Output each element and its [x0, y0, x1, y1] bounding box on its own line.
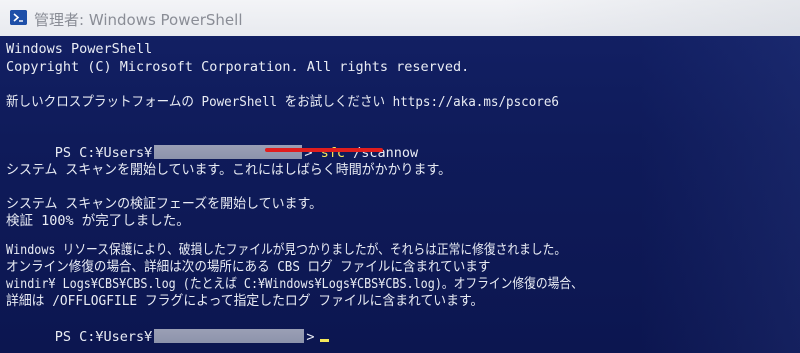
prompt-path: PS C:¥Users¥	[54, 329, 153, 345]
console-line-online-repair: オンライン修復の場合、詳細は次の場所にある CBS ログ ファイルに含まれていま…	[6, 259, 491, 275]
console-line-verify-complete: 検証 100% が完了しました。	[6, 213, 190, 229]
console-line-scan-start: システム スキャンを開始しています。これにはしばらく時間がかかります。	[6, 162, 452, 178]
console-line-offline-repair: 詳細は /OFFLOGFILE フラグによって指定したログ ファイルに含まれてい…	[6, 293, 484, 309]
prompt-path: PS C:¥Users¥	[54, 145, 153, 161]
powershell-icon	[10, 10, 27, 25]
window-title: 管理者: Windows PowerShell	[34, 11, 243, 29]
console-line-cbs-log: windir¥ Logs¥CBS¥CBS.log (たとえば C:¥Window…	[6, 276, 583, 292]
console-line-banner: Windows PowerShell	[6, 41, 153, 57]
console-output[interactable]: Windows PowerShell Copyright (C) Microso…	[0, 36, 800, 353]
title-bar[interactable]: 管理者: Windows PowerShell	[0, 0, 800, 36]
red-underline-annotation	[265, 148, 383, 152]
powershell-window: 管理者: Windows PowerShell Windows PowerShe…	[0, 0, 800, 353]
redacted-username	[154, 329, 305, 343]
console-line-prompt-2: PS C:¥Users¥ >	[6, 312, 330, 353]
title-bar-shade	[500, 0, 800, 36]
console-line-repair-result: Windows リソース保護により、破損したファイルが見つかりましたが、それらは…	[6, 242, 567, 258]
console-line-copyright: Copyright (C) Microsoft Corporation. All…	[6, 59, 470, 75]
console-line-pscore-hint: 新しいクロスプラットフォームの PowerShell をお試しください http…	[6, 94, 559, 110]
prompt-symbol: >	[306, 329, 315, 345]
text-cursor	[320, 339, 330, 342]
console-line-verify-start: システム スキャンの検証フェーズを開始しています。	[6, 196, 323, 212]
